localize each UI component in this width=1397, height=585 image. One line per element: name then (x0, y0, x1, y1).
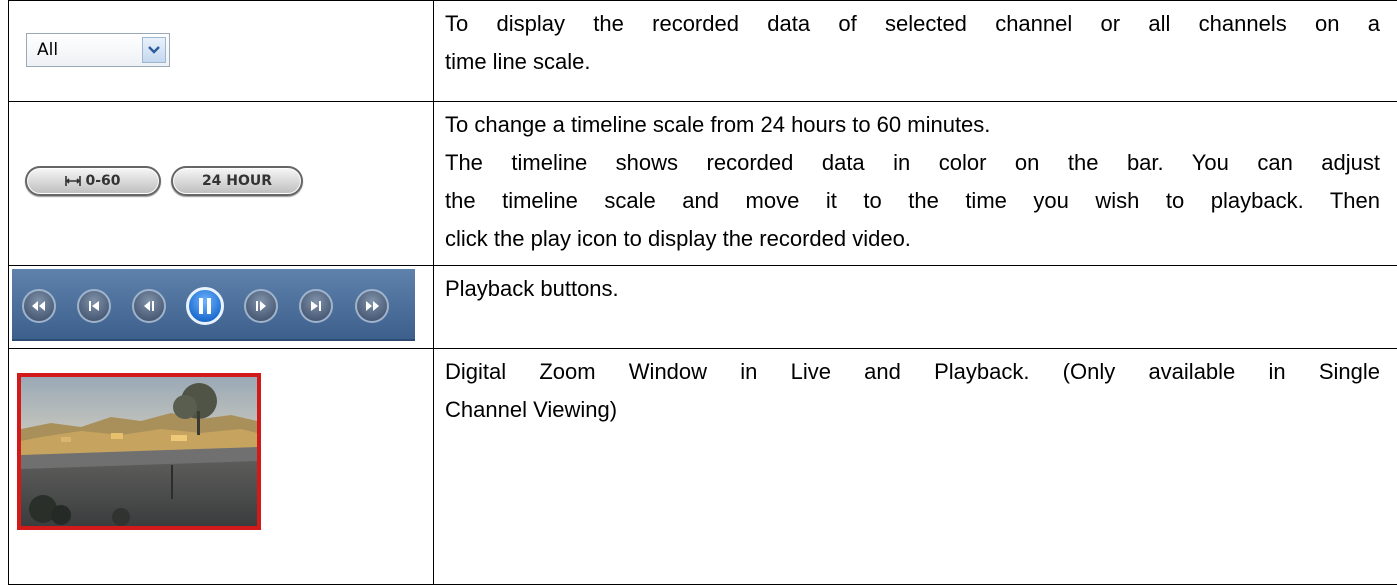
skip-back-icon (89, 301, 99, 311)
table-row: 0-60 24 HOUR To change a timeline scale … (9, 101, 1397, 265)
timeline-24-hour-label: 24 HOUR (201, 173, 273, 189)
table-row: Playback buttons. (9, 265, 1397, 348)
description-line: The timeline shows recorded data in colo… (445, 150, 1380, 175)
timeline-0-60-button[interactable]: 0-60 (25, 166, 161, 196)
channel-select[interactable]: All (26, 33, 170, 67)
step-back-icon (144, 301, 154, 311)
timeline-0-60-label: 0-60 (85, 173, 121, 189)
description-cell: To change a timeline scale from 24 hours… (445, 106, 1380, 258)
control-cell: 0-60 24 HOUR (9, 102, 434, 265)
step-back-button[interactable] (132, 289, 166, 323)
fast-rewind-button[interactable] (22, 289, 56, 323)
description-cell: Digital Zoom Window in Live and Playback… (445, 353, 1380, 429)
description-line: To display the recorded data of selected… (445, 11, 1380, 36)
description-cell: To display the recorded data of selected… (445, 5, 1380, 81)
description-line: To change a timeline scale from 24 hours… (445, 112, 991, 137)
document-table: All To display the recorded data of sele… (8, 0, 1397, 585)
description-line: the timeline scale and move it to the ti… (445, 188, 1380, 213)
description-line: Playback buttons. (445, 276, 619, 301)
pause-icon (199, 298, 211, 314)
fast-rewind-icon (32, 301, 45, 311)
channel-select-value: All (37, 40, 59, 60)
zoom-span-icon (65, 176, 82, 186)
control-cell (9, 266, 434, 348)
digital-zoom-window[interactable] (17, 373, 261, 530)
table-row: All To display the recorded data of sele… (9, 0, 1397, 101)
step-forward-icon (256, 301, 266, 311)
chevron-down-icon[interactable] (142, 37, 166, 63)
control-cell: All (9, 1, 434, 101)
description-line: Channel Viewing) (445, 397, 618, 422)
previous-button[interactable] (77, 289, 111, 323)
description-cell: Playback buttons. (445, 270, 1380, 308)
description-line: Digital Zoom Window in Live and Playback… (445, 359, 1380, 384)
pause-button[interactable] (186, 287, 224, 325)
description-line: click the play icon to display the recor… (445, 226, 911, 251)
skip-forward-icon (311, 301, 321, 311)
fast-forward-button[interactable] (355, 289, 389, 323)
next-button[interactable] (299, 289, 333, 323)
timeline-24-hour-button[interactable]: 24 HOUR (171, 166, 303, 196)
control-cell (9, 349, 434, 584)
table-row: Digital Zoom Window in Live and Playback… (9, 348, 1397, 585)
step-forward-button[interactable] (244, 289, 278, 323)
camera-preview-image (21, 377, 257, 526)
description-line: time line scale. (445, 49, 591, 74)
playback-controls (12, 269, 415, 341)
fast-forward-icon (366, 301, 379, 311)
